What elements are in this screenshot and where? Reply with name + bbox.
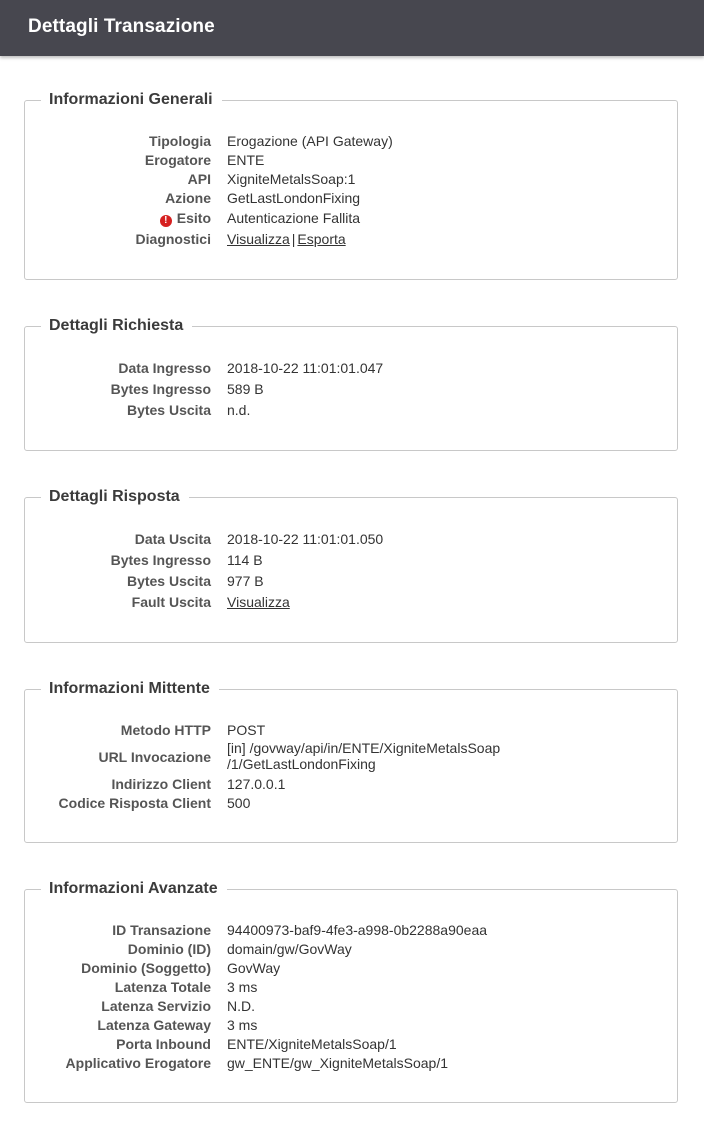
section-informazioni-avanzate: Informazioni Avanzate ID Transazione 944… bbox=[24, 878, 678, 1103]
section-informazioni-mittente: Informazioni Mittente Metodo HTTP POST U… bbox=[24, 678, 678, 843]
field-label: Dominio (ID) bbox=[127, 941, 211, 957]
top-bar: Dettagli Transazione bbox=[0, 0, 704, 56]
field-value: gw_ENTE/gw_XigniteMetalsSoap/1 bbox=[227, 1055, 449, 1071]
field-label: Bytes Uscita bbox=[126, 402, 211, 418]
field-label: Bytes Ingresso bbox=[110, 381, 211, 397]
field-label: Erogatore bbox=[144, 152, 211, 168]
field-label-wrapper: ! Esito bbox=[159, 209, 211, 228]
field-label: Codice Risposta Client bbox=[58, 795, 211, 811]
section-informazioni-generali: Informazioni Generali Tipologia Erogazio… bbox=[24, 89, 678, 280]
field-value: Erogazione (API Gateway) bbox=[227, 133, 393, 149]
field-value: 2018-10-22 11:01:01.050 bbox=[227, 531, 384, 547]
field-value: 977 B bbox=[227, 573, 264, 589]
field-url-invocazione: URL Invocazione [in] /govway/api/in/ENTE… bbox=[25, 740, 677, 774]
field-label: Fault Uscita bbox=[131, 594, 211, 610]
field-label: Latenza Totale bbox=[114, 979, 211, 995]
field-value: POST bbox=[227, 722, 266, 738]
field-value: 2018-10-22 11:01:01.047 bbox=[227, 360, 384, 376]
section-title: Informazioni Avanzate bbox=[41, 878, 227, 900]
field-value: N.D. bbox=[227, 998, 255, 1014]
field-label: Bytes Uscita bbox=[126, 573, 211, 589]
error-icon: ! bbox=[159, 215, 172, 227]
field-value: Visualizza | Esporta bbox=[227, 230, 647, 249]
section-title: Dettagli Richiesta bbox=[41, 315, 193, 337]
field-label: API bbox=[187, 171, 211, 187]
esporta-link[interactable]: Esporta bbox=[297, 231, 345, 247]
field-label: ID Transazione bbox=[112, 922, 211, 938]
field-label: Bytes Ingresso bbox=[110, 552, 211, 568]
field-value: ENTE/XigniteMetalsSoap/1 bbox=[227, 1036, 397, 1052]
section-dettagli-risposta: Dettagli Risposta Data Uscita 2018-10-22… bbox=[24, 486, 678, 643]
field-value: 589 B bbox=[227, 381, 264, 397]
field-value: 3 ms bbox=[227, 1017, 258, 1033]
field-value: GovWay bbox=[227, 960, 281, 976]
fault-visualizza-link[interactable]: Visualizza bbox=[227, 594, 290, 610]
section-dettagli-richiesta: Dettagli Richiesta Data Ingresso 2018-10… bbox=[24, 315, 678, 451]
visualizza-link[interactable]: Visualizza bbox=[227, 231, 290, 247]
field-value: ENTE bbox=[227, 152, 265, 168]
field-value: Autenticazione Fallita bbox=[227, 210, 361, 226]
field-value: Visualizza bbox=[227, 593, 647, 612]
field-value: 94400973-baf9-4fe3-a998-0b2288a90eaa bbox=[227, 922, 488, 938]
field-value: 500 bbox=[227, 795, 251, 811]
section-title: Informazioni Mittente bbox=[41, 678, 219, 700]
field-value: 114 B bbox=[227, 552, 263, 568]
field-label: Applicativo Erogatore bbox=[65, 1055, 211, 1071]
field-label: Azione bbox=[165, 190, 211, 206]
field-value: [in] /govway/api/in/ENTE/XigniteMetalsSo… bbox=[227, 740, 647, 772]
field-label: Latenza Gateway bbox=[97, 1017, 211, 1033]
field-label: Porta Inbound bbox=[116, 1036, 211, 1052]
field-value: domain/gw/GovWay bbox=[227, 941, 352, 957]
field-value: XigniteMetalsSoap:1 bbox=[227, 171, 356, 187]
field-label: Data Uscita bbox=[134, 531, 211, 547]
field-label: Data Ingresso bbox=[118, 360, 211, 376]
section-title: Informazioni Generali bbox=[41, 89, 222, 111]
url-line-2: /1/GetLastLondonFixing bbox=[227, 756, 376, 772]
field-label: URL Invocazione bbox=[98, 749, 211, 765]
page-title: Dettagli Transazione bbox=[28, 16, 215, 37]
field-label: Indirizzo Client bbox=[111, 776, 211, 792]
field-label: Metodo HTTP bbox=[120, 722, 211, 738]
url-line-1: [in] /govway/api/in/ENTE/XigniteMetalsSo… bbox=[227, 740, 501, 756]
section-title: Dettagli Risposta bbox=[41, 486, 189, 508]
field-value: n.d. bbox=[227, 402, 251, 418]
field-value: 3 ms bbox=[227, 979, 258, 995]
field-label: Dominio (Soggetto) bbox=[81, 960, 211, 976]
field-value: GetLastLondonFixing bbox=[227, 190, 361, 206]
field-label: Tipologia bbox=[149, 133, 211, 149]
field-label: Esito bbox=[176, 210, 211, 226]
field-value: 127.0.0.1 bbox=[227, 776, 286, 792]
field-label: Diagnostici bbox=[135, 231, 211, 247]
field-label: Latenza Servizio bbox=[101, 998, 211, 1014]
